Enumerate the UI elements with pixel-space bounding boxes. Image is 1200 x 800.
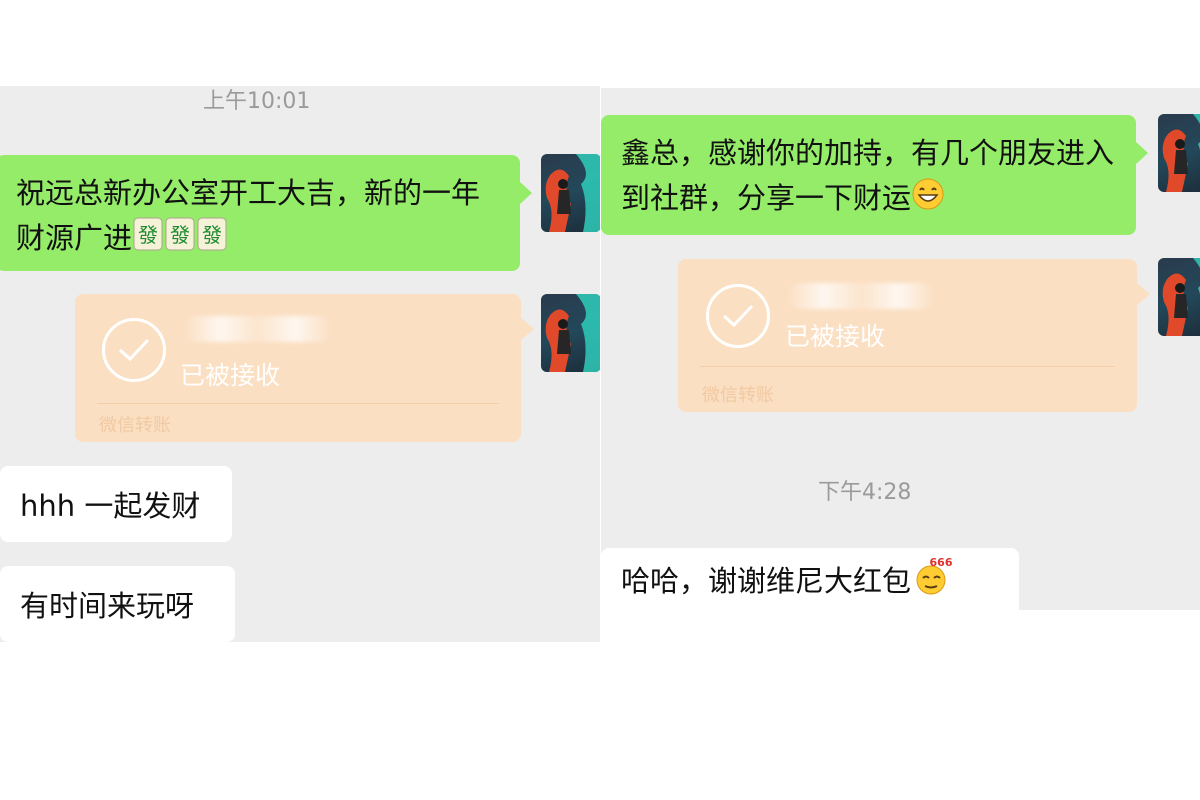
- message-text: 有时间来玩呀: [20, 589, 195, 623]
- right-chat-panel: 鑫总，感谢你的加持，有几个朋友进入到社群，分享一下财运 已被接收 微信转账 下午…: [601, 88, 1200, 610]
- message-text: hhh 一起发财: [20, 489, 201, 523]
- divider: [700, 366, 1115, 367]
- mahjong-fa-icon: 發: [196, 217, 228, 264]
- check-circle-icon: [706, 284, 770, 348]
- svg-text:666: 666: [930, 556, 953, 569]
- message-text: 鑫总，感谢你的加持，有几个朋友进入到社群，分享一下财运: [621, 136, 1115, 215]
- received-message-bubble[interactable]: hhh 一起发财: [0, 466, 232, 542]
- transfer-status: 已被接收: [180, 361, 281, 390]
- bubble-tail: [1135, 141, 1148, 165]
- check-circle-icon: [102, 318, 166, 382]
- transfer-card[interactable]: 已被接收 微信转账: [75, 294, 534, 442]
- sent-message-bubble[interactable]: 鑫总，感谢你的加持，有几个朋友进入到社群，分享一下财运: [601, 115, 1148, 235]
- svg-text:發: 發: [170, 223, 190, 247]
- bubble-tail: [519, 181, 532, 205]
- blurred-amount: [786, 283, 936, 309]
- 666-emoji-icon: 666: [911, 556, 953, 603]
- transfer-status: 已被接收: [785, 322, 886, 351]
- sent-message-bubble[interactable]: 祝远总新办公室开工大吉，新的一年财源广进發發發: [0, 155, 532, 271]
- timestamp: 上午10:01: [203, 89, 311, 114]
- transfer-footer: 微信转账: [99, 415, 171, 436]
- svg-text:發: 發: [202, 223, 222, 247]
- grin-emoji-icon: [911, 177, 945, 224]
- transfer-footer: 微信转账: [702, 385, 774, 406]
- received-message-bubble[interactable]: 有时间来玩呀: [0, 566, 235, 642]
- mahjong-fa-icon: 發: [164, 217, 196, 264]
- transfer-card[interactable]: 已被接收 微信转账: [678, 259, 1150, 412]
- avatar[interactable]: [1158, 258, 1200, 336]
- avatar[interactable]: [541, 294, 600, 372]
- mahjong-fa-icon: 發: [132, 217, 164, 264]
- bubble-tail: [1137, 283, 1150, 305]
- bubble-tail: [521, 318, 534, 340]
- left-chat-panel: 上午10:01 祝远总新办公室开工大吉，新的一年财源广进發發發 已被接收 微信转…: [0, 86, 600, 642]
- message-text: 哈哈，谢谢维尼大红包: [621, 564, 912, 598]
- divider: [97, 403, 499, 404]
- timestamp: 下午4:28: [818, 480, 912, 505]
- blurred-amount: [183, 316, 333, 342]
- received-message-bubble[interactable]: 哈哈，谢谢维尼大红包 666: [601, 548, 1019, 610]
- avatar[interactable]: [1158, 114, 1200, 192]
- svg-text:發: 發: [138, 223, 158, 247]
- message-text: 祝远总新办公室开工大吉，新的一年财源广进: [16, 176, 481, 255]
- avatar[interactable]: [541, 154, 600, 232]
